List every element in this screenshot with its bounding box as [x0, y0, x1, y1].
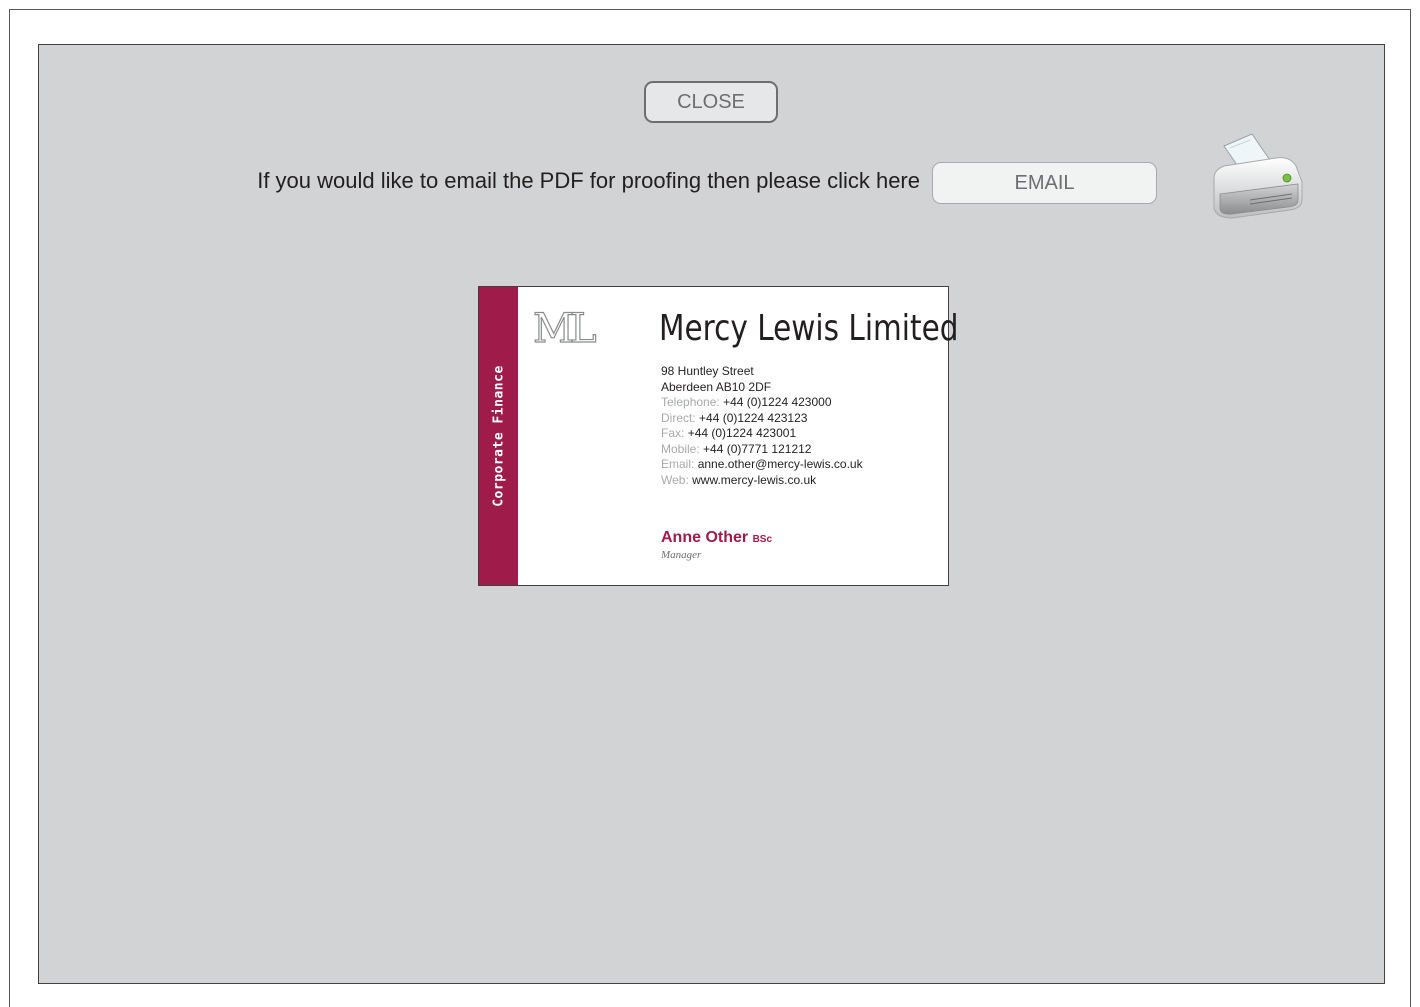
- contact-row-email: Email: anne.other@mercy-lewis.co.uk: [661, 457, 863, 473]
- person-qualification: BSc: [752, 534, 773, 545]
- close-button[interactable]: CLOSE: [644, 81, 778, 123]
- contact-label: Email:: [661, 457, 695, 471]
- person-title: Manager: [661, 549, 702, 561]
- card-strip-text: Corporate Finance: [491, 365, 506, 507]
- contact-value: +44 (0)1224 423123: [699, 410, 808, 425]
- contact-value: +44 (0)1224 423001: [687, 426, 797, 440]
- contact-row-fax: Fax: +44 (0)1224 423001: [661, 426, 863, 442]
- person-name: Anne Other BSc: [661, 529, 772, 547]
- business-card-preview: Corporate Finance ML Mercy Lewis Limited…: [478, 286, 958, 586]
- printer-icon[interactable]: [1210, 130, 1305, 220]
- contact-label: Telephone:: [661, 395, 720, 409]
- contact-row-web: Web: www.mercy-lewis.co.uk: [661, 473, 863, 489]
- company-logo: ML: [532, 306, 597, 352]
- email-button[interactable]: EMAIL: [932, 162, 1157, 204]
- address-line-2: Aberdeen AB10 2DF: [661, 379, 772, 394]
- email-prompt-text: If you would like to email the PDF for p…: [257, 168, 920, 193]
- contact-row-direct: Direct: +44 (0)1224 423123: [661, 411, 863, 427]
- contact-label: Direct:: [661, 410, 696, 425]
- contact-label: Fax:: [661, 426, 685, 440]
- contact-block: 98 Huntley Street Aberdeen AB10 2DF Tele…: [661, 364, 863, 488]
- person-name-text: Anne Other: [661, 529, 749, 546]
- contact-row-mobile: Mobile: +44 (0)7771 121212: [661, 442, 863, 458]
- contact-label: Web:: [661, 472, 689, 487]
- address-line-1: 98 Huntley Street: [661, 364, 754, 378]
- contact-value: +44 (0)1224 423000: [723, 395, 832, 409]
- contact-row-telephone: Telephone: +44 (0)1224 423000: [661, 395, 863, 411]
- company-name: Mercy Lewis Limited: [659, 308, 959, 349]
- contact-label: Mobile:: [661, 441, 700, 456]
- card-side-strip: Corporate Finance: [479, 287, 518, 585]
- contact-value: www.mercy-lewis.co.uk: [692, 472, 817, 487]
- contact-value: anne.other@mercy-lewis.co.uk: [697, 457, 863, 471]
- contact-value: +44 (0)7771 121212: [703, 441, 812, 456]
